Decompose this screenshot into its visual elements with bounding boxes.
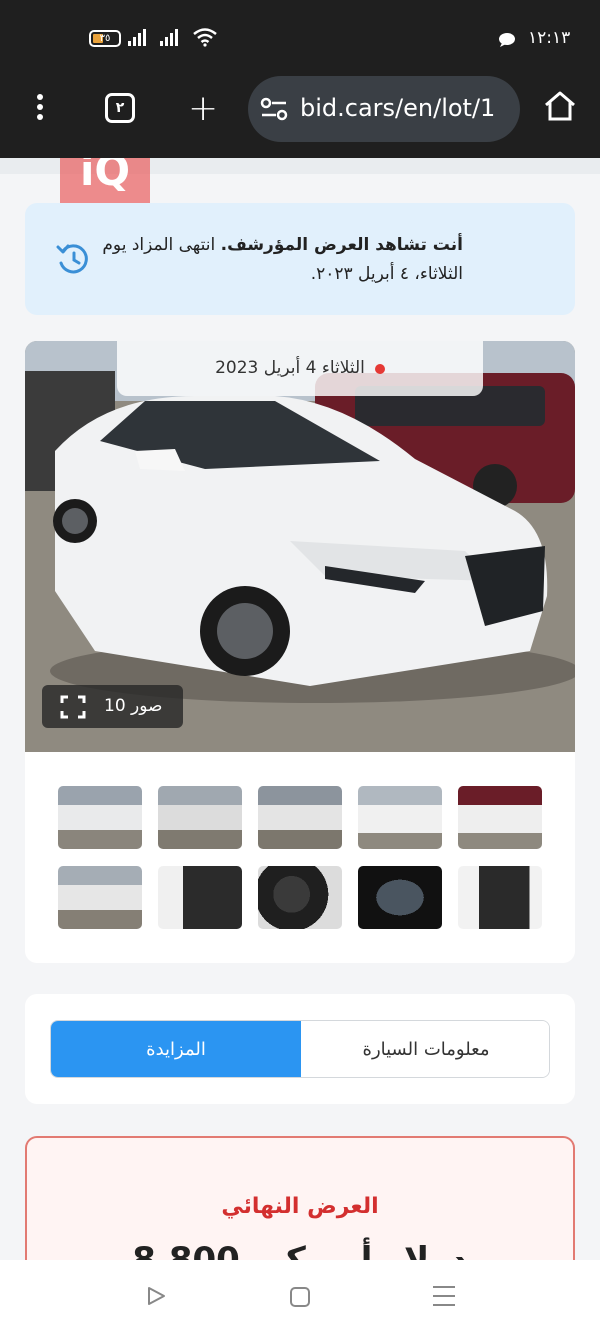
home-nav-icon[interactable] [290, 1287, 310, 1307]
archive-banner: أنت تشاهد العرض المؤرشف. انتهى المزاد يو… [25, 203, 575, 315]
wifi-icon [193, 28, 217, 47]
url-text: bid.cars/en/lot/1 [300, 94, 496, 122]
live-dot-icon [374, 363, 385, 374]
thumbnail-7[interactable] [158, 866, 242, 929]
photo-count-label: 10 صور [104, 696, 163, 716]
gallery-card: الثلاثاء 4 أبريل 2023 10 صور [25, 341, 575, 963]
status-bar: ٣٥ ١٢:١٣ [0, 0, 600, 74]
final-bid-label: العرض النهائي [221, 1194, 379, 1219]
thumbnail-9[interactable] [358, 866, 442, 929]
main-car-photo[interactable]: الثلاثاء 4 أبريل 2023 10 صور [25, 341, 575, 752]
battery-icon: ٣٥ [89, 30, 121, 47]
tabs-card: المزايدة معلومات السيارة [25, 994, 575, 1104]
fullscreen-icon [60, 695, 86, 719]
system-nav-bar [0, 1260, 600, 1333]
tab-group: المزايدة معلومات السيارة [50, 1020, 550, 1078]
battery-level: ٣٥ [99, 33, 111, 44]
site-logo: iQ [60, 158, 150, 208]
plus-icon[interactable]: + [188, 91, 218, 127]
menu-icon[interactable] [30, 94, 50, 124]
signal-icon [160, 28, 178, 46]
recents-icon[interactable] [433, 1286, 455, 1313]
thumbnail-10[interactable] [458, 866, 542, 929]
back-icon[interactable] [145, 1285, 167, 1307]
address-bar[interactable]: bid.cars/en/lot/1 [248, 76, 520, 142]
auction-date-overlay: الثلاثاء 4 أبريل 2023 [117, 341, 483, 396]
thumbnail-4[interactable] [358, 786, 442, 849]
thumbnail-3[interactable] [258, 786, 342, 849]
auction-date-text: الثلاثاء 4 أبريل 2023 [215, 358, 365, 378]
thumbnail-2[interactable] [158, 786, 242, 849]
site-settings-icon[interactable] [260, 97, 288, 121]
final-bid-amount: دولار أمريكي 8,800 [132, 1240, 468, 1260]
clock: ١٢:١٣ [528, 28, 571, 48]
thumbnail-6[interactable] [58, 866, 142, 929]
chat-icon [499, 33, 515, 47]
thumbnail-8[interactable] [258, 866, 342, 929]
archive-message-bold: أنت تشاهد العرض المؤرشف. [220, 235, 463, 255]
photo-count-button[interactable]: 10 صور [42, 685, 183, 728]
thumbnail-5[interactable] [458, 786, 542, 849]
signal-icon [128, 28, 146, 46]
final-bid-card: العرض النهائي دولار أمريكي 8,800 [25, 1136, 575, 1260]
home-icon[interactable] [543, 90, 577, 122]
tab-car-info[interactable]: معلومات السيارة [301, 1021, 549, 1077]
tab-auction[interactable]: المزايدة [51, 1021, 301, 1077]
thumbnail-1[interactable] [58, 786, 142, 849]
tabs-icon[interactable]: ٢ [105, 93, 135, 123]
browser-toolbar: ٢ + bid.cars/en/lot/1 [0, 74, 600, 158]
archive-message: أنت تشاهد العرض المؤرشف. انتهى المزاد يو… [63, 231, 463, 289]
page-content: iQ أنت تشاهد العرض المؤرشف. انتهى المزاد… [0, 158, 600, 1260]
